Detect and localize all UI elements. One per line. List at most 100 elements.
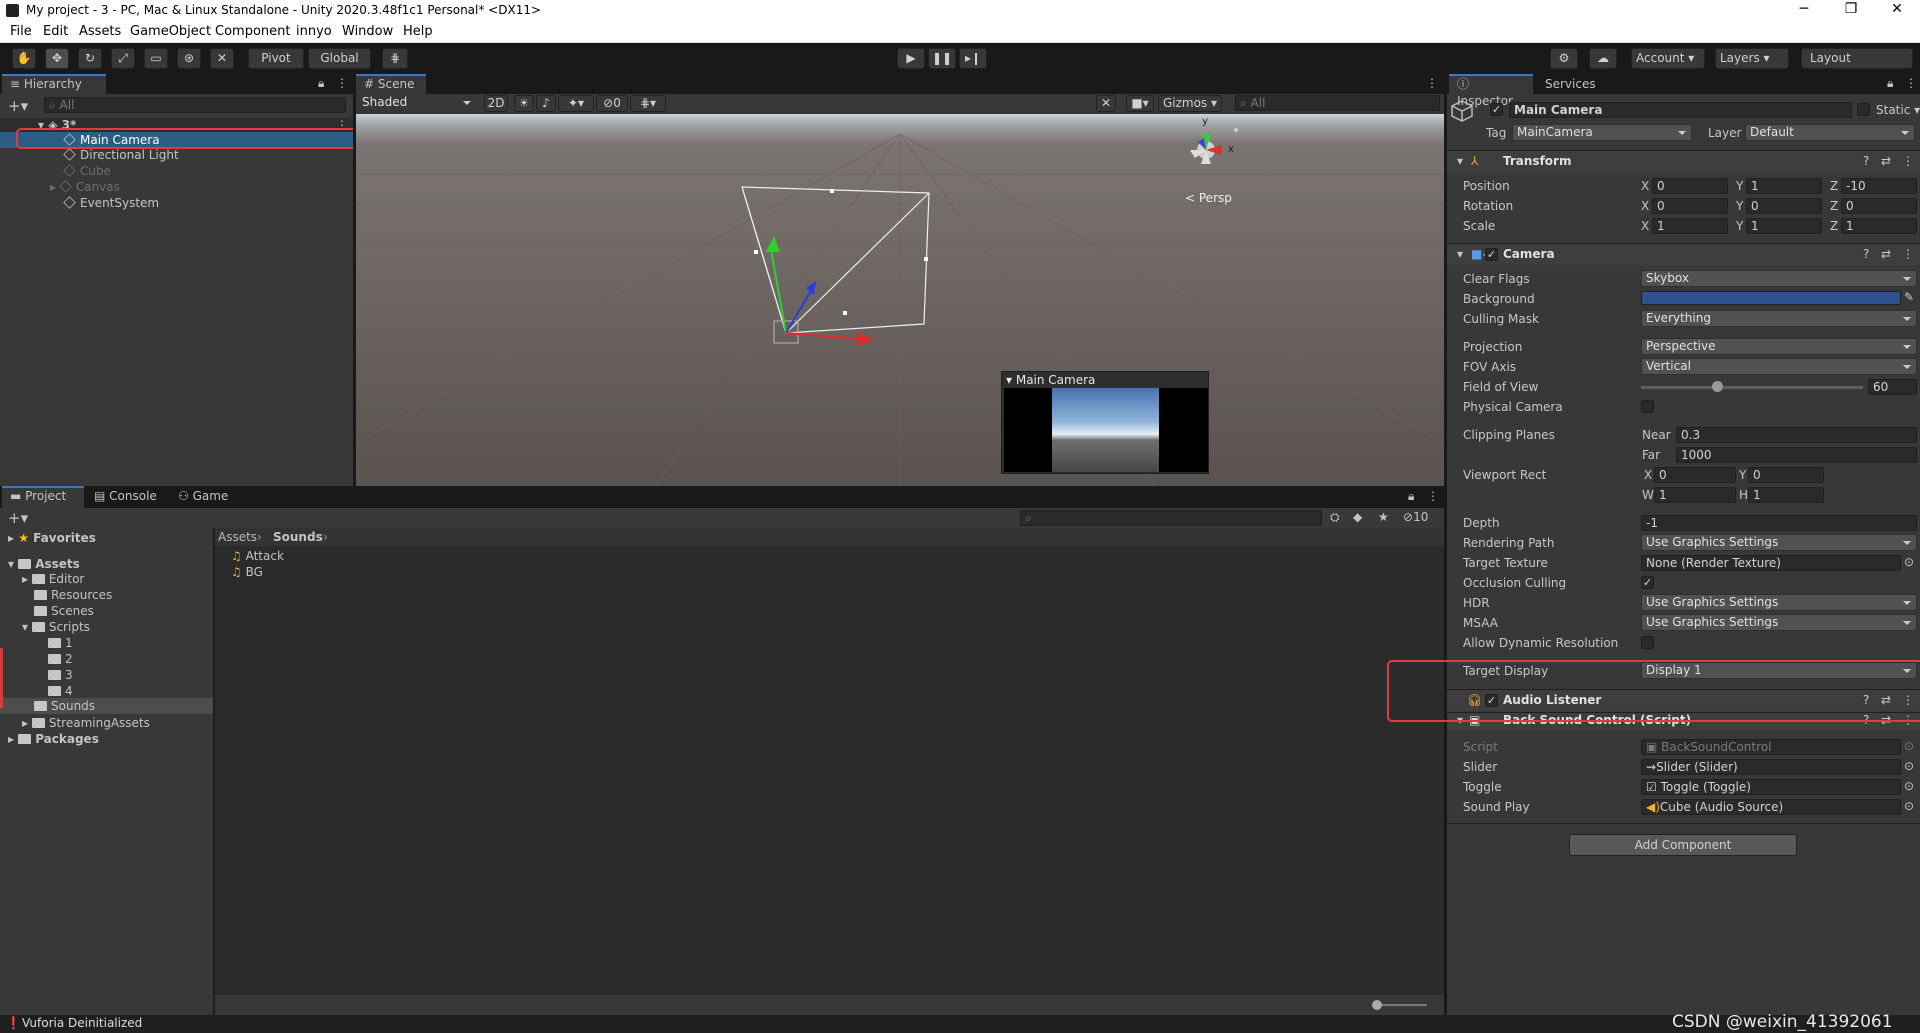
effects-icon[interactable]: ✦▾ <box>558 95 594 112</box>
eyedropper-icon[interactable]: ✎ <box>1904 290 1914 304</box>
tag-dropdown[interactable]: MainCamera <box>1512 124 1692 141</box>
grid-snap-icon[interactable]: ⋕ <box>382 48 408 69</box>
rotation-y-field[interactable]: 0 <box>1746 198 1822 214</box>
tree-item-4[interactable]: 4 <box>48 684 73 698</box>
breadcrumb-sounds[interactable]: Sounds <box>273 530 323 544</box>
layers-dropdown[interactable]: Layers ▾ <box>1715 48 1789 69</box>
hidden-packages-toggle[interactable]: ⊘10 <box>1403 510 1428 524</box>
pause-button[interactable]: ❚❚ <box>928 48 956 69</box>
tab-scene[interactable]: # Scene <box>356 74 426 94</box>
tab-game[interactable]: ⚇ Game <box>170 486 240 506</box>
background-color-swatch[interactable] <box>1641 291 1901 305</box>
toggle-2d[interactable]: 2D <box>484 95 508 112</box>
active-checkbox[interactable]: ✓ <box>1490 103 1503 116</box>
near-field[interactable]: 0.3 <box>1676 427 1917 443</box>
hdr-dropdown[interactable]: Use Graphics Settings <box>1641 594 1917 611</box>
scale-tool-icon[interactable]: ⤢ <box>111 48 135 69</box>
breadcrumb-assets[interactable]: Assets <box>218 530 257 544</box>
menu-file[interactable]: File <box>10 24 32 39</box>
rect-tool-icon[interactable]: ▭ <box>144 48 168 69</box>
scale-y-field[interactable]: 1 <box>1746 218 1822 234</box>
transform-header[interactable]: ▾ ⅄ Transform ? ⇄ ⋮ <box>1447 150 1920 172</box>
create-icon[interactable]: +▾ <box>8 509 28 527</box>
play-button[interactable]: ▶ <box>897 48 925 69</box>
scene-more-icon[interactable]: ⋮ <box>1426 76 1438 90</box>
preset-icon[interactable]: ⇄ <box>1881 247 1891 261</box>
favorite-icon[interactable]: ★ <box>1378 510 1389 524</box>
rotate-tool-icon[interactable]: ↻ <box>78 48 102 69</box>
hand-tool-icon[interactable]: ✋ <box>12 48 36 69</box>
tab-inspector[interactable]: ⓘ Inspector <box>1449 74 1533 108</box>
tree-item-editor[interactable]: ▸ Editor <box>22 572 84 586</box>
object-picker-icon[interactable]: ⊙ <box>1904 799 1914 813</box>
far-field[interactable]: 1000 <box>1676 447 1917 463</box>
fov-slider-track[interactable] <box>1641 386 1863 389</box>
occlusion-checkbox[interactable]: ✓ <box>1641 576 1654 589</box>
camera-enabled-checkbox[interactable]: ✓ <box>1485 248 1498 261</box>
project-search-input[interactable]: ⌕ <box>1020 510 1322 526</box>
preset-icon[interactable]: ⇄ <box>1881 154 1891 168</box>
camera-header[interactable]: ▾ ■◂ ✓ Camera ? ⇄ ⋮ <box>1447 243 1920 265</box>
static-dropdown[interactable]: Static ▾ <box>1876 103 1920 117</box>
gizmos-dropdown[interactable]: Gizmos ▾ <box>1158 95 1222 112</box>
tools-icon[interactable]: ✕ <box>1096 95 1116 112</box>
filter-label-icon[interactable]: ◆ <box>1353 510 1362 524</box>
position-x-field[interactable]: 0 <box>1652 178 1728 194</box>
msaa-dropdown[interactable]: Use Graphics Settings <box>1641 614 1917 631</box>
hidden-objects-toggle[interactable]: ⊘0 <box>596 95 628 112</box>
maximize-button[interactable]: ❐ <box>1828 1 1874 21</box>
depth-field[interactable]: -1 <box>1641 515 1917 531</box>
filter-type-icon[interactable]: ⛭ <box>1330 510 1340 525</box>
layout-dropdown[interactable]: Layout <box>1801 48 1913 69</box>
tree-item-scenes[interactable]: Scenes <box>34 604 94 618</box>
object-name-field[interactable]: Main Camera <box>1509 102 1852 118</box>
move-tool-icon[interactable]: ✥ <box>45 48 69 69</box>
scale-z-field[interactable]: 1 <box>1841 218 1917 234</box>
help-icon[interactable]: ? <box>1863 154 1869 168</box>
grid-icon[interactable]: ⋕▾ <box>630 95 666 112</box>
hierarchy-item-canvas[interactable]: ▸ Canvas <box>50 180 120 194</box>
lock-icon[interactable]: 🔒︎ <box>318 76 324 91</box>
physical-camera-checkbox[interactable] <box>1641 400 1654 413</box>
step-button[interactable]: ▸❙ <box>959 48 987 69</box>
menu-gameobject[interactable]: GameObject <box>130 24 211 39</box>
position-z-field[interactable]: -10 <box>1841 178 1917 194</box>
lighting-icon[interactable]: ☀ <box>514 95 534 112</box>
object-picker-icon[interactable]: ⊙ <box>1904 779 1914 793</box>
component-more-icon[interactable]: ⋮ <box>1902 154 1914 168</box>
custom-tool-icon[interactable]: ✕ <box>210 48 234 69</box>
fov-slider-handle[interactable] <box>1712 381 1723 392</box>
static-checkbox[interactable] <box>1857 103 1870 116</box>
more-icon[interactable]: ⋮ <box>336 76 348 90</box>
persp-label[interactable]: < Persp <box>1185 191 1232 205</box>
viewport-h-field[interactable]: 1 <box>1748 487 1824 503</box>
tab-console[interactable]: ▤ Console <box>86 486 166 506</box>
rotation-z-field[interactable]: 0 <box>1841 198 1917 214</box>
tree-item-1[interactable]: 1 <box>48 636 73 650</box>
menu-component[interactable]: Component <box>215 24 290 39</box>
hierarchy-item-directional-light[interactable]: Directional Light <box>63 148 179 162</box>
fov-axis-dropdown[interactable]: Vertical <box>1641 358 1917 375</box>
file-bg[interactable]: ♫ BG <box>231 565 263 579</box>
account-dropdown[interactable]: Account ▾ <box>1631 48 1705 69</box>
global-toggle[interactable]: Global <box>308 48 371 69</box>
object-picker-icon[interactable]: ⊙ <box>1904 555 1914 569</box>
help-icon[interactable]: ? <box>1863 247 1869 261</box>
fov-field[interactable]: 60 <box>1868 379 1917 395</box>
file-attack[interactable]: ♫ Attack <box>231 549 284 563</box>
dynamic-resolution-checkbox[interactable] <box>1641 636 1654 649</box>
scene-search-input[interactable]: ⌕ All <box>1235 95 1440 111</box>
camera-icon[interactable]: ■▾ <box>1126 95 1154 112</box>
icon-size-slider[interactable] <box>1375 1004 1427 1006</box>
orientation-gizmo[interactable]: y x <box>1176 116 1238 188</box>
tree-item-3[interactable]: 3 <box>48 668 73 682</box>
position-y-field[interactable]: 1 <box>1746 178 1822 194</box>
minimize-button[interactable]: ─ <box>1781 1 1827 21</box>
project-lock-icon[interactable]: 🔒︎ <box>1408 489 1414 504</box>
menu-help[interactable]: Help <box>403 24 433 39</box>
tree-item-scripts[interactable]: ▾ Scripts <box>22 620 90 634</box>
menu-edit[interactable]: Edit <box>43 24 68 39</box>
slider-field[interactable]: ⇝Slider (Slider) <box>1641 759 1901 775</box>
tab-hierarchy[interactable]: ≡ Hierarchy <box>2 74 106 94</box>
target-texture-field[interactable]: None (Render Texture) <box>1641 555 1901 571</box>
